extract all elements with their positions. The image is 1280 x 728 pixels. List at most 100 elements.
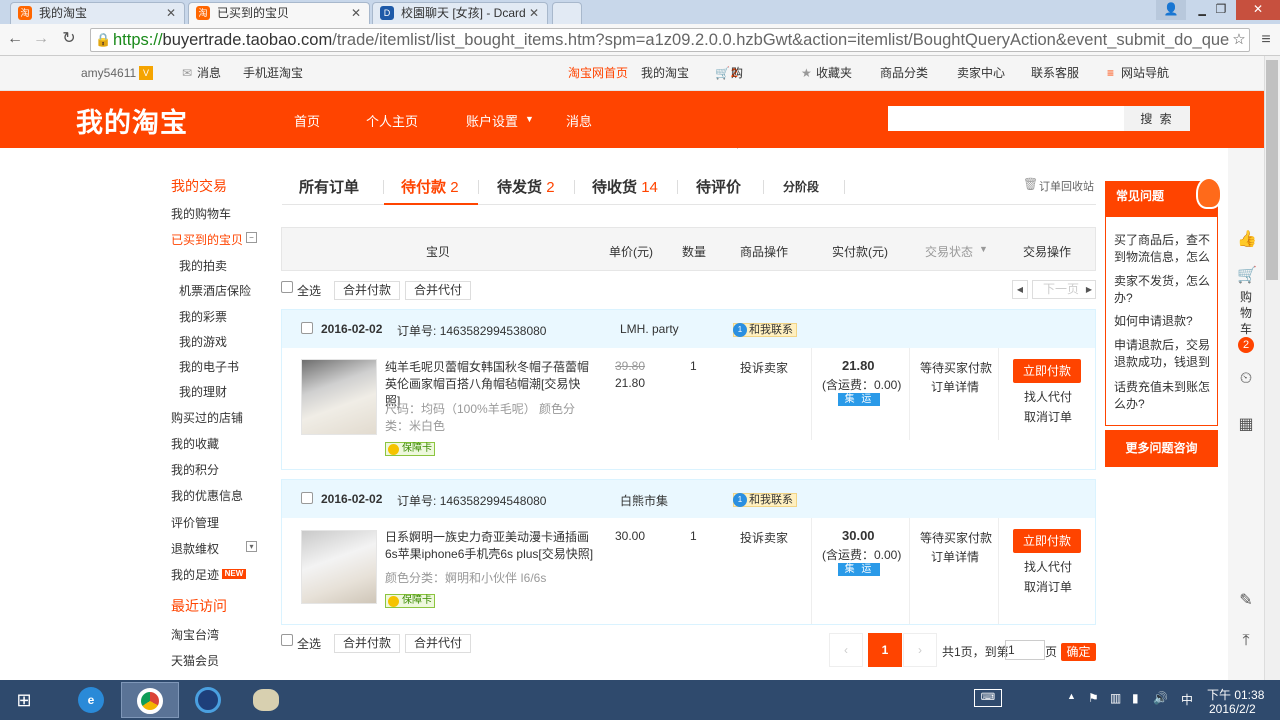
- sidebar-item-cart[interactable]: 我的购物车: [171, 205, 231, 222]
- media-player-icon[interactable]: [179, 682, 237, 718]
- tab-pending-shipment[interactable]: 待发货 2: [497, 176, 555, 197]
- faq-question[interactable]: 如何申请退款?: [1114, 313, 1212, 330]
- bookmark-star-icon[interactable]: ☆: [1228, 29, 1250, 51]
- my-taobao-link[interactable]: 我的淘宝: [641, 56, 689, 91]
- next-page-button[interactable]: 下一页 ▶: [1032, 280, 1096, 299]
- menu-icon[interactable]: ≡: [1255, 29, 1277, 51]
- taobao-home-link[interactable]: 淘宝网首页: [568, 56, 628, 91]
- clock-date[interactable]: 2016/2/2: [1209, 702, 1256, 716]
- sidebar-item-favorites[interactable]: 我的收藏: [171, 435, 219, 452]
- restore-icon[interactable]: ❐: [1206, 0, 1236, 20]
- browser-tab[interactable]: 淘 我的淘宝 ✕: [10, 2, 185, 24]
- close-tab-icon[interactable]: ✕: [529, 3, 539, 23]
- nav-profile[interactable]: 个人主页: [366, 111, 418, 130]
- page-confirm-button[interactable]: 确定: [1061, 643, 1096, 661]
- forward-arrow-icon[interactable]: →: [30, 28, 52, 50]
- internet-explorer-icon[interactable]: e: [62, 682, 120, 718]
- sidebar-item-coupons[interactable]: 我的优惠信息: [171, 487, 243, 504]
- clock-time[interactable]: 下午 01:38: [1207, 686, 1264, 703]
- guarantee-badge[interactable]: 保障卡: [385, 594, 435, 608]
- back-arrow-icon[interactable]: ←: [4, 28, 26, 50]
- page-current[interactable]: 1: [868, 633, 902, 667]
- expand-icon[interactable]: ▾: [246, 541, 257, 552]
- history-clock-icon[interactable]: ⏲: [1237, 370, 1255, 388]
- sidebar-item-auction[interactable]: 我的拍卖: [179, 257, 227, 274]
- nav-home[interactable]: 首页: [294, 111, 320, 130]
- order-checkbox[interactable]: [301, 492, 313, 504]
- order-detail-link[interactable]: 订单详情: [931, 378, 979, 395]
- sidebar-item-taobao-tw[interactable]: 淘宝台湾: [171, 626, 219, 643]
- guarantee-badge[interactable]: 保障卡: [385, 442, 435, 456]
- cancel-order-link[interactable]: 取消订单: [1024, 578, 1072, 595]
- complain-seller-link[interactable]: 投诉卖家: [740, 529, 788, 546]
- sidebar-item-footprint[interactable]: 我的足迹: [171, 566, 219, 583]
- faq-question[interactable]: 申请退款后，交易退款成功，钱退到: [1114, 337, 1212, 371]
- close-tab-icon[interactable]: ✕: [166, 3, 176, 23]
- select-all-checkbox[interactable]: [281, 281, 293, 293]
- shop-name[interactable]: 白熊市集: [620, 492, 668, 509]
- status-filter[interactable]: 交易状态: [925, 243, 973, 260]
- my-taobao-logo[interactable]: 我的淘宝: [76, 101, 188, 140]
- calculator-icon[interactable]: ▦: [1237, 414, 1255, 433]
- pay-now-button[interactable]: 立即付款: [1013, 529, 1081, 553]
- sidebar-item-bought[interactable]: 已买到的宝贝: [171, 231, 243, 248]
- product-image[interactable]: [301, 359, 377, 435]
- next-page-icon[interactable]: ›: [903, 633, 937, 667]
- volume-icon[interactable]: 🔊: [1153, 691, 1168, 705]
- user-icon[interactable]: 👤: [1156, 0, 1186, 20]
- power-icon[interactable]: ▮: [1132, 691, 1139, 705]
- select-all-checkbox[interactable]: [281, 634, 293, 646]
- back-to-top-icon[interactable]: ⤒: [1237, 632, 1255, 650]
- seller-center-link[interactable]: 卖家中心: [957, 56, 1005, 91]
- paint-icon[interactable]: [237, 682, 295, 718]
- complain-seller-link[interactable]: 投诉卖家: [740, 359, 788, 376]
- favorites-link[interactable]: 收藏夹: [816, 56, 852, 91]
- new-tab-button[interactable]: [552, 2, 582, 24]
- url-field[interactable]: 🔒 https://buyertrade.taobao.com/trade/ite…: [90, 28, 1250, 52]
- sidebar-item-ebooks[interactable]: 我的电子书: [179, 358, 239, 375]
- sidebar-item-points[interactable]: 我的积分: [171, 461, 219, 478]
- merge-pay-button[interactable]: 合并付款: [334, 281, 400, 300]
- tab-pending-payment[interactable]: 待付款 2: [401, 176, 459, 197]
- search-button[interactable]: 搜 索: [1124, 106, 1190, 131]
- cart-label[interactable]: 购物车: [1240, 289, 1252, 337]
- mobile-taobao-link[interactable]: 手机逛淘宝: [243, 56, 303, 91]
- product-title[interactable]: 日系婀明一族史力奇亚美动漫卡通插画6s苹果iphone6手机壳6s plus[交…: [385, 529, 595, 563]
- cart-icon[interactable]: 🛒: [1237, 265, 1257, 284]
- network-icon[interactable]: ▥: [1110, 691, 1121, 705]
- proxy-pay-link[interactable]: 找人代付: [1024, 558, 1072, 575]
- search-input[interactable]: [888, 106, 1124, 131]
- contact-service-link[interactable]: 联系客服: [1031, 56, 1079, 91]
- username-link[interactable]: amy54611: [81, 56, 136, 91]
- keyboard-icon[interactable]: ⌨: [974, 689, 1002, 707]
- faq-question[interactable]: 话费充值未到账怎么办?: [1114, 379, 1212, 413]
- faq-question[interactable]: 卖家不发货，怎么办?: [1114, 273, 1212, 307]
- reload-icon[interactable]: ↻: [58, 28, 80, 50]
- sidebar-item-finance[interactable]: 我的理财: [179, 383, 227, 400]
- merge-proxy-button[interactable]: 合并代付: [405, 281, 471, 300]
- tab-all-orders[interactable]: 所有订单: [299, 176, 359, 197]
- tab-installment[interactable]: 分阶段: [783, 178, 819, 195]
- edit-pencil-icon[interactable]: ✎: [1237, 590, 1255, 609]
- browser-tab-active[interactable]: 淘 已买到的宝贝 ✕: [188, 2, 370, 24]
- cancel-order-link[interactable]: 取消订单: [1024, 408, 1072, 425]
- tray-flag-icon[interactable]: ⚑: [1088, 691, 1099, 705]
- categories-link[interactable]: 商品分类: [880, 56, 928, 91]
- close-window-icon[interactable]: ✕: [1236, 0, 1280, 20]
- prev-page-icon[interactable]: ‹: [829, 633, 863, 667]
- order-checkbox[interactable]: [301, 322, 313, 334]
- collapse-icon[interactable]: −: [246, 232, 257, 243]
- contact-seller-button[interactable]: 1 和我联系: [733, 493, 797, 507]
- sidebar-item-tmall[interactable]: 天猫会员: [171, 652, 219, 669]
- tab-pending-review[interactable]: 待评价: [696, 176, 741, 197]
- prev-page-icon[interactable]: ◀: [1012, 280, 1028, 299]
- cart-link[interactable]: 购物车2: [731, 56, 743, 150]
- page-jump-input[interactable]: 1: [1005, 640, 1045, 660]
- sidebar-item-travel[interactable]: 机票酒店保险: [179, 282, 251, 299]
- sidebar-item-reviews[interactable]: 评价管理: [171, 514, 219, 531]
- sidebar-item-games[interactable]: 我的游戏: [179, 333, 227, 350]
- scrollbar-thumb[interactable]: [1266, 60, 1278, 280]
- chrome-icon[interactable]: [121, 682, 179, 718]
- merge-pay-button[interactable]: 合并付款: [334, 634, 400, 653]
- sidebar-item-refunds[interactable]: 退款维权: [171, 540, 219, 557]
